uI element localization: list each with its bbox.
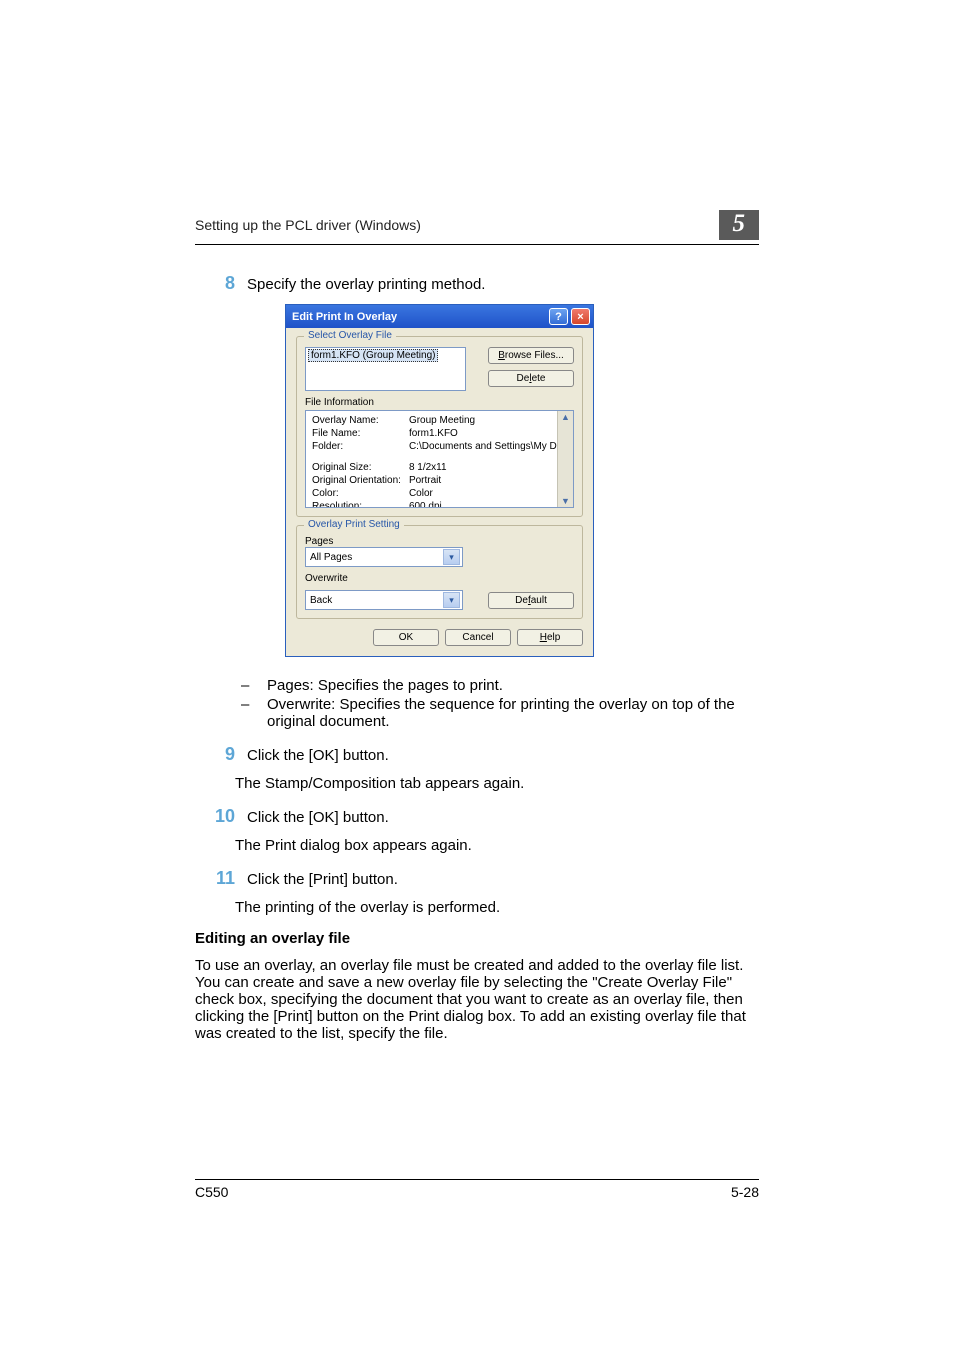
step-body: The Stamp/Composition tab appears again. [235,775,759,792]
overlay-print-setting-group: Overlay Print Setting Pages All Pages ▾ … [296,525,583,619]
fi-val: C:\Documents and Settings\My Document [409,441,574,452]
bullet-text: Pages: Specifies the pages to print. [267,677,503,694]
step-number: 11 [195,868,247,889]
cancel-button[interactable]: Cancel [445,629,511,646]
edit-print-in-overlay-dialog: Edit Print In Overlay ? × Select Overlay… [285,304,594,657]
pages-select-value: All Pages [310,552,352,563]
bullet-dash: – [235,677,267,694]
step-text: Click the [Print] button. [247,871,759,888]
scroll-down-icon[interactable]: ▼ [561,496,570,506]
step-text: Specify the overlay printing method. [247,276,759,293]
file-information-box: Overlay Name:Group Meeting File Name:for… [305,410,574,508]
titlebar-close-icon[interactable]: × [571,308,590,325]
footer-model: C550 [195,1184,228,1200]
footer-rule [195,1179,759,1180]
step-text: Click the [OK] button. [247,809,759,826]
fi-key: Color: [312,488,407,499]
titlebar-help-icon[interactable]: ? [549,308,568,325]
step-body: The printing of the overlay is performed… [235,899,759,916]
dialog-titlebar: Edit Print In Overlay ? × [286,305,593,328]
delete-button[interactable]: Delete [488,370,574,387]
step-body: The Print dialog box appears again. [235,837,759,854]
fi-val: Color [409,488,574,499]
help-button[interactable]: Help [517,629,583,646]
fi-key: Resolution: [312,501,407,508]
chevron-down-icon[interactable]: ▾ [443,592,460,608]
step-text: Click the [OK] button. [247,747,759,764]
group-legend: Overlay Print Setting [304,519,404,530]
file-information-label: File Information [305,397,574,408]
fi-val: Portrait [409,475,574,486]
step-number: 10 [195,806,247,827]
section-number-tab: 5 [719,210,760,240]
overwrite-select-value: Back [310,595,332,606]
overlay-file-listbox[interactable]: form1.KFO (Group Meeting) [305,347,466,391]
select-overlay-file-group: Select Overlay File form1.KFO (Group Mee… [296,336,583,517]
dialog-title: Edit Print In Overlay [292,311,397,323]
fi-key: Overlay Name: [312,415,407,426]
overwrite-label: Overwrite [305,573,574,584]
default-button[interactable]: Default [488,592,574,609]
fi-val: Group Meeting [409,415,574,426]
footer-page: 5-28 [731,1184,759,1200]
overlay-file-selected-item[interactable]: form1.KFO (Group Meeting) [308,349,438,362]
pages-label: Pages [305,536,574,547]
fi-val: 8 1/2x11 [409,462,574,473]
step-number: 8 [195,273,247,294]
bullet-text: Overwrite: Specifies the sequence for pr… [267,696,759,730]
file-info-scrollbar[interactable]: ▲ ▼ [557,411,573,507]
subsection-heading: Editing an overlay file [195,930,759,947]
body-paragraph: To use an overlay, an overlay file must … [195,957,759,1042]
page-header: Setting up the PCL driver (Windows) [195,217,421,233]
pages-select[interactable]: All Pages ▾ [305,547,463,567]
fi-key: Folder: [312,441,407,452]
fi-val: form1.KFO [409,428,574,439]
fi-key: File Name: [312,428,407,439]
overwrite-select[interactable]: Back ▾ [305,590,463,610]
fi-val: 600 dpi [409,501,574,508]
fi-key: Original Size: [312,462,407,473]
chevron-down-icon[interactable]: ▾ [443,549,460,565]
step-number: 9 [195,744,247,765]
group-legend: Select Overlay File [304,330,396,341]
ok-button[interactable]: OK [373,629,439,646]
scroll-up-icon[interactable]: ▲ [561,412,570,422]
browse-files-button[interactable]: Browse Files... [488,347,574,364]
bullet-dash: – [235,696,267,730]
fi-key: Original Orientation: [312,475,407,486]
header-rule [195,244,759,245]
